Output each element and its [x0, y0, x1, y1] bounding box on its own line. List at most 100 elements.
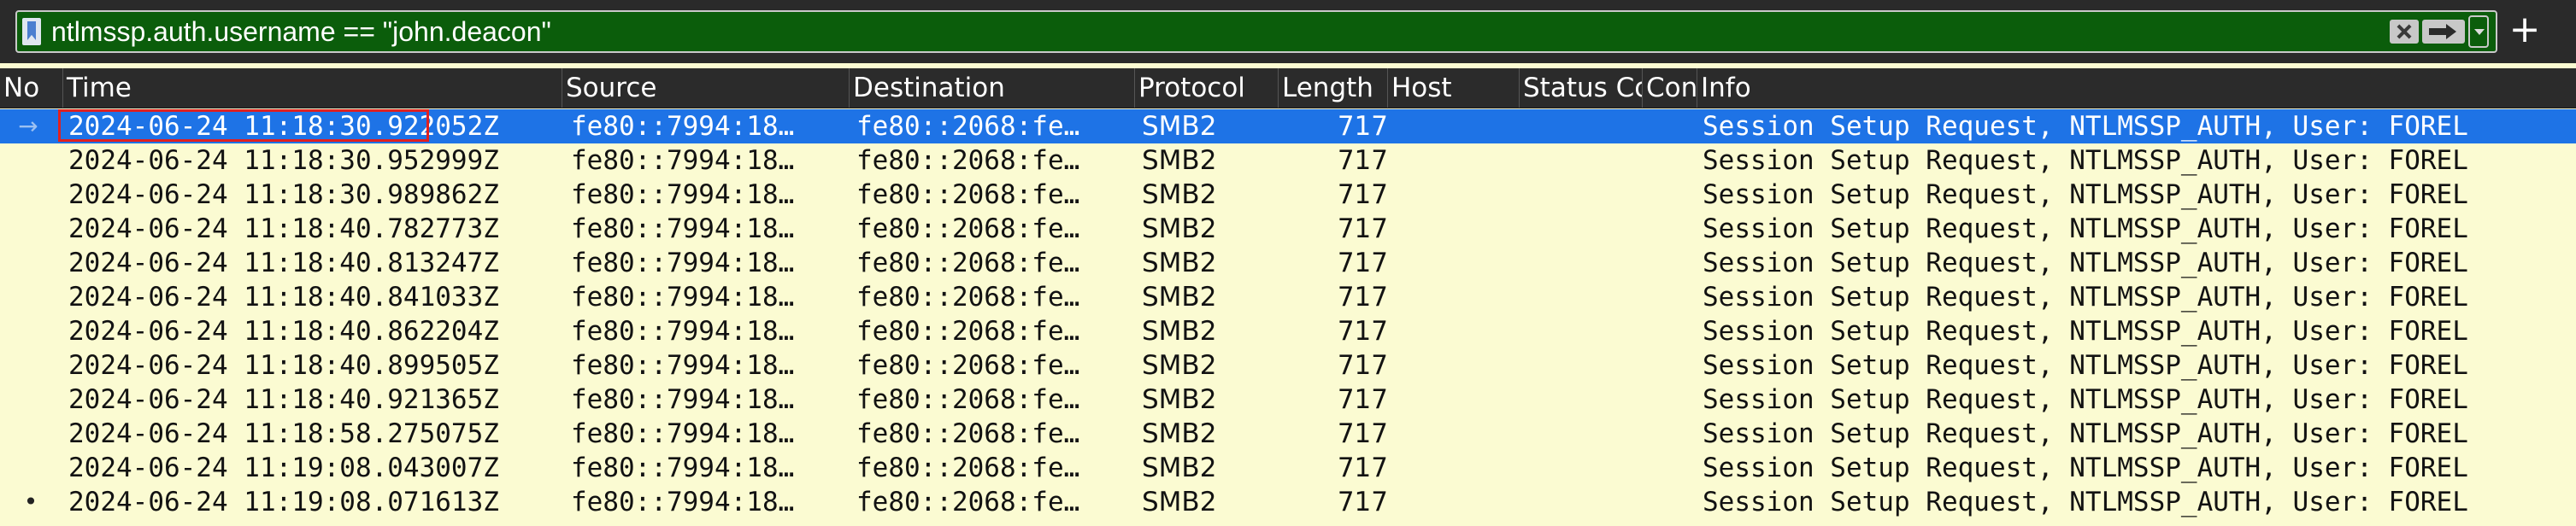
- table-row[interactable]: 2024-06-24 11:18:30.952999Z fe80::7994:18…: [0, 143, 2576, 178]
- cell-time: 2024-06-24 11:18:40.813247Z: [68, 248, 499, 278]
- cell-length: 717: [1337, 145, 1388, 176]
- cell-info: Session Setup Request, NTLMSSP_AUTH, Use…: [1703, 350, 2468, 381]
- bookmark-icon[interactable]: [22, 18, 41, 45]
- table-row[interactable]: 2024-06-24 11:18:40.899505Z fe80::7994:18…: [0, 348, 2576, 383]
- cell-destination: fe80::2068:fe…: [856, 384, 1080, 415]
- cell-time: 2024-06-24 11:18:40.841033Z: [68, 282, 499, 313]
- cell-protocol: SMB2: [1142, 248, 1217, 278]
- cell-time: 2024-06-24 11:18:30.989862Z: [68, 179, 499, 210]
- cell-source: fe80::7994:18…: [571, 111, 795, 142]
- cell-destination: fe80::2068:fe…: [856, 487, 1080, 517]
- packet-marker: [22, 246, 39, 280]
- table-row[interactable]: 2024-06-24 11:18:30.989862Z fe80::7994:18…: [0, 178, 2576, 212]
- cell-protocol: SMB2: [1142, 453, 1217, 483]
- packet-marker: [22, 348, 39, 383]
- cell-destination: fe80::2068:fe…: [856, 418, 1080, 449]
- column-header-status[interactable]: Status Co: [1520, 68, 1643, 108]
- cell-destination: fe80::2068:fe…: [856, 179, 1080, 210]
- column-header: No Time Source Destination Protocol Leng…: [0, 68, 2576, 108]
- cell-length: 717: [1337, 248, 1388, 278]
- filter-text[interactable]: ntlmssp.auth.username == "john.deacon": [51, 12, 551, 51]
- cell-time: 2024-06-24 11:18:40.782773Z: [68, 213, 499, 244]
- cell-info: Session Setup Request, NTLMSSP_AUTH, Use…: [1703, 453, 2468, 483]
- cell-info: Session Setup Request, NTLMSSP_AUTH, Use…: [1703, 248, 2468, 278]
- cell-length: 717: [1337, 453, 1388, 483]
- cell-info: Session Setup Request, NTLMSSP_AUTH, Use…: [1703, 145, 2468, 176]
- packet-marker: [22, 417, 39, 451]
- cell-destination: fe80::2068:fe…: [856, 111, 1080, 142]
- cell-destination: fe80::2068:fe…: [856, 453, 1080, 483]
- cell-destination: fe80::2068:fe…: [856, 145, 1080, 176]
- column-header-no[interactable]: No: [0, 68, 63, 108]
- column-header-source[interactable]: Source: [562, 68, 850, 108]
- cell-protocol: SMB2: [1142, 179, 1217, 210]
- selected-arrow-icon: →: [18, 112, 38, 140]
- packet-marker: [22, 314, 39, 348]
- cell-length: 717: [1337, 384, 1388, 415]
- cell-time: 2024-06-24 11:18:40.862204Z: [68, 316, 499, 347]
- cell-length: 717: [1337, 350, 1388, 381]
- column-header-info[interactable]: Info: [1697, 68, 2576, 108]
- cell-length: 717: [1337, 316, 1388, 347]
- cell-source: fe80::7994:18…: [571, 384, 795, 415]
- table-row[interactable]: 2024-06-24 11:18:40.862204Z fe80::7994:18…: [0, 314, 2576, 348]
- table-row[interactable]: 2024-06-24 11:18:40.921365Z fe80::7994:18…: [0, 383, 2576, 417]
- cell-length: 717: [1337, 213, 1388, 244]
- cell-protocol: SMB2: [1142, 316, 1217, 347]
- cell-destination: fe80::2068:fe…: [856, 316, 1080, 347]
- cell-source: fe80::7994:18…: [571, 282, 795, 313]
- cell-length: 717: [1337, 111, 1388, 142]
- cell-time: 2024-06-24 11:18:40.921365Z: [68, 384, 499, 415]
- column-header-destination[interactable]: Destination: [850, 68, 1135, 108]
- cell-time: 2024-06-24 11:19:08.043007Z: [68, 453, 499, 483]
- cell-info: Session Setup Request, NTLMSSP_AUTH, Use…: [1703, 179, 2468, 210]
- table-row[interactable]: 2024-06-24 11:18:40.813247Z fe80::7994:18…: [0, 246, 2576, 280]
- display-filter-bar: ntlmssp.auth.username == "john.deacon" +: [0, 0, 2576, 63]
- cell-info: Session Setup Request, NTLMSSP_AUTH, Use…: [1703, 111, 2468, 142]
- cell-destination: fe80::2068:fe…: [856, 213, 1080, 244]
- cell-source: fe80::7994:18…: [571, 487, 795, 517]
- table-row[interactable]: 2024-06-24 11:19:08.043007Z fe80::7994:18…: [0, 451, 2576, 485]
- cell-info: Session Setup Request, NTLMSSP_AUTH, Use…: [1703, 487, 2468, 517]
- column-header-length[interactable]: Length: [1279, 68, 1388, 108]
- apply-arrow-icon[interactable]: [2422, 20, 2465, 44]
- packet-marker: [22, 143, 39, 178]
- cell-source: fe80::7994:18…: [571, 316, 795, 347]
- cell-length: 717: [1337, 487, 1388, 517]
- cell-source: fe80::7994:18…: [571, 179, 795, 210]
- cell-protocol: SMB2: [1142, 282, 1217, 313]
- packet-marker: [22, 280, 39, 314]
- cell-source: fe80::7994:18…: [571, 350, 795, 381]
- cell-length: 717: [1337, 418, 1388, 449]
- clear-icon[interactable]: [2390, 20, 2419, 44]
- cell-info: Session Setup Request, NTLMSSP_AUTH, Use…: [1703, 213, 2468, 244]
- time-highlight-box: [58, 109, 429, 142]
- table-row[interactable]: 2024-06-24 11:18:58.275075Z fe80::7994:18…: [0, 417, 2576, 451]
- column-header-time[interactable]: Time: [63, 68, 562, 108]
- cell-protocol: SMB2: [1142, 384, 1217, 415]
- packet-marker: [22, 383, 39, 417]
- cell-destination: fe80::2068:fe…: [856, 350, 1080, 381]
- cell-destination: fe80::2068:fe…: [856, 282, 1080, 313]
- column-header-host[interactable]: Host: [1388, 68, 1520, 108]
- cell-time: 2024-06-24 11:19:08.071613Z: [68, 487, 499, 517]
- cell-source: fe80::7994:18…: [571, 453, 795, 483]
- cell-info: Session Setup Request, NTLMSSP_AUTH, Use…: [1703, 316, 2468, 347]
- cell-protocol: SMB2: [1142, 111, 1217, 142]
- cell-length: 717: [1337, 179, 1388, 210]
- packet-marker: [22, 178, 39, 212]
- plus-icon[interactable]: +: [2508, 9, 2542, 51]
- column-header-con[interactable]: Con: [1643, 68, 1697, 108]
- table-row[interactable]: • 2024-06-24 11:19:08.071613Z fe80::7994:1…: [0, 485, 2576, 519]
- column-header-protocol[interactable]: Protocol: [1135, 68, 1279, 108]
- cell-time: 2024-06-24 11:18:40.899505Z: [68, 350, 499, 381]
- table-row[interactable]: 2024-06-24 11:18:40.782773Z fe80::7994:18…: [0, 212, 2576, 246]
- packet-list[interactable]: → 2024-06-24 11:18:30.922052Z fe80::7994:1…: [0, 109, 2576, 526]
- display-filter-input[interactable]: ntlmssp.auth.username == "john.deacon": [15, 10, 2497, 53]
- table-row[interactable]: 2024-06-24 11:18:40.841033Z fe80::7994:18…: [0, 280, 2576, 314]
- packet-marker: [22, 451, 39, 485]
- chevron-down-icon[interactable]: [2468, 15, 2489, 48]
- wireshark-packet-view: ntlmssp.auth.username == "john.deacon" +…: [0, 0, 2576, 526]
- packet-marker: [22, 212, 39, 246]
- cell-protocol: SMB2: [1142, 350, 1217, 381]
